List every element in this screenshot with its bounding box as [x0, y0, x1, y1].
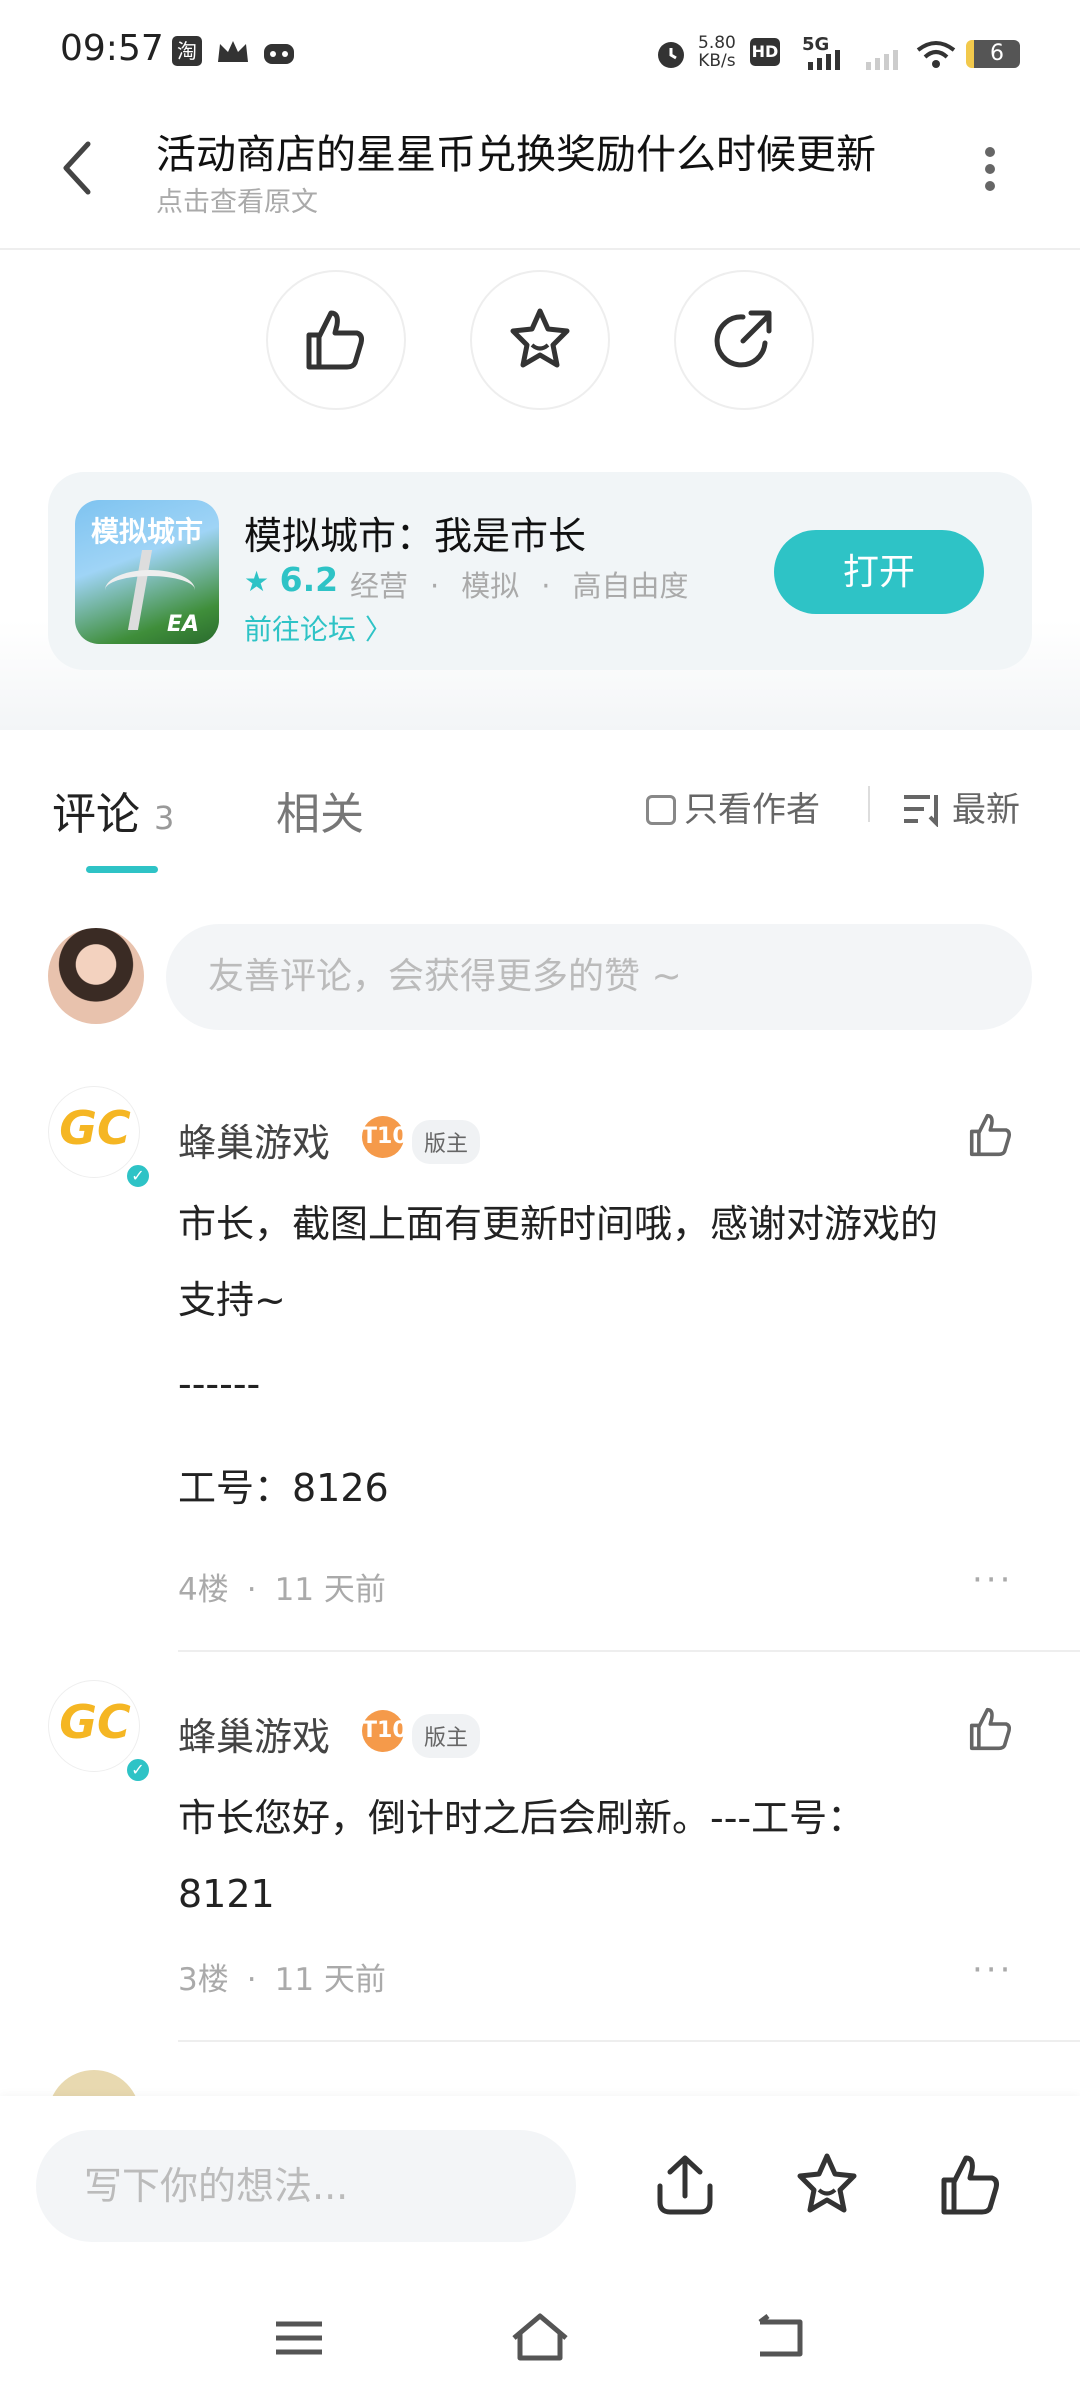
- gc-logo: GC: [59, 1695, 131, 1749]
- like-button[interactable]: [266, 270, 406, 410]
- comment-more-icon[interactable]: ···: [972, 1950, 1013, 1990]
- bottom-like-icon[interactable]: [936, 2150, 1006, 2220]
- menu-icon[interactable]: [274, 2318, 324, 2358]
- favorite-button[interactable]: [470, 270, 610, 410]
- wifi-icon: [916, 41, 956, 68]
- comment-input[interactable]: 友善评论，会获得更多的赞 ~: [166, 924, 1032, 1030]
- comment-text: 市长，截图上面有更新时间哦，感谢对游戏的 支持~ ------ 工号：8126: [178, 1202, 939, 1510]
- game-controller-icon: [264, 44, 294, 64]
- chevron-right-icon: 〉: [364, 613, 393, 646]
- signal-icon: [808, 50, 840, 70]
- only-author-toggle[interactable]: 只看作者: [646, 782, 820, 831]
- level-badge: T10: [362, 1116, 408, 1158]
- sort-icon: [904, 795, 938, 828]
- comment-text: 市长您好，倒计时之后会刷新。---工号： 8121: [178, 1796, 866, 1916]
- comment-more-icon[interactable]: ···: [972, 1560, 1013, 1600]
- verified-icon: ✓: [124, 1162, 152, 1190]
- home-icon[interactable]: [510, 2312, 570, 2362]
- alarm-icon: [658, 42, 684, 68]
- gc-logo: GC: [59, 1101, 131, 1155]
- comment-avatar[interactable]: GC: [48, 1086, 140, 1178]
- app-icon[interactable]: 模拟城市 EA: [75, 500, 219, 644]
- battery-icon: 6: [966, 40, 1020, 68]
- status-bar: 09:57 淘 5.80 KB/s HD 5G 6: [0, 0, 1080, 100]
- hd-icon: HD: [750, 38, 780, 66]
- moderator-badge: 版主: [412, 1714, 481, 1758]
- upload-share-icon[interactable]: [650, 2150, 720, 2220]
- view-original-link[interactable]: 点击查看原文: [156, 180, 318, 219]
- app-tags: 经营 · 模拟 · 高自由度: [350, 569, 689, 603]
- share-icon: [714, 310, 772, 368]
- verified-icon: ✓: [124, 1756, 152, 1784]
- app-name[interactable]: 模拟城市：我是市长: [244, 505, 586, 560]
- comment-avatar[interactable]: GC: [48, 1680, 140, 1772]
- tab-related[interactable]: 相关: [276, 778, 364, 842]
- reply-input[interactable]: 写下你的想法...: [36, 2130, 576, 2242]
- user-avatar[interactable]: [48, 928, 144, 1024]
- comment-like-icon[interactable]: [966, 1704, 1016, 1754]
- moderator-badge: 版主: [412, 1120, 481, 1164]
- page-title[interactable]: 活动商店的星星币兑换奖励什么时候更新: [156, 122, 876, 180]
- checkbox-icon: [646, 795, 676, 825]
- tab-comments[interactable]: 评论 3: [52, 778, 174, 842]
- comment-author[interactable]: 蜂巢游戏: [178, 1112, 330, 1167]
- comment-author[interactable]: 蜂巢游戏: [178, 1706, 330, 1761]
- ea-logo: EA: [167, 612, 200, 637]
- comment-meta: 3楼 · 11 天前: [178, 1962, 386, 1998]
- back-icon[interactable]: [58, 138, 98, 198]
- share-button[interactable]: [674, 270, 814, 410]
- comment-like-icon[interactable]: [966, 1110, 1016, 1160]
- sort-button[interactable]: 最新: [902, 782, 1020, 831]
- rating-star-icon: ★: [244, 565, 270, 598]
- signal-2-icon: [866, 50, 898, 70]
- forum-link[interactable]: 前往论坛 〉: [244, 608, 393, 648]
- rating: ★ 6.2: [244, 560, 339, 599]
- tab-indicator: [86, 866, 158, 873]
- bottom-star-icon[interactable]: [792, 2150, 862, 2220]
- net-speed: 5.80 KB/s: [698, 33, 736, 71]
- thumbs-up-icon: [306, 310, 364, 370]
- taobao-icon: 淘: [172, 36, 202, 66]
- clock: 09:57: [60, 28, 164, 69]
- star-icon: [510, 308, 570, 368]
- back-nav-icon[interactable]: [756, 2314, 806, 2360]
- crown-icon: [218, 41, 248, 62]
- comment-meta: 4楼 · 11 天前: [178, 1572, 386, 1608]
- level-badge: T10: [362, 1710, 408, 1752]
- open-app-button[interactable]: 打开: [774, 530, 984, 614]
- more-vertical-icon[interactable]: [980, 144, 1000, 194]
